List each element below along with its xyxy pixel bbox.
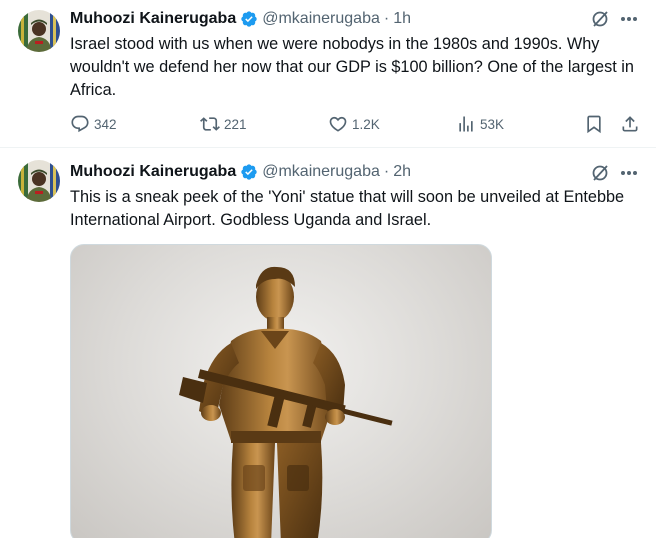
- like-count: 1.2K: [352, 116, 380, 132]
- tweet[interactable]: Muhoozi Kainerugaba @mkainerugaba · 1h I…: [0, 0, 656, 148]
- share-button[interactable]: [620, 113, 640, 135]
- bookmark-icon: [587, 115, 601, 134]
- tweet[interactable]: Muhoozi Kainerugaba @mkainerugaba · 2h T…: [0, 148, 656, 538]
- tweet-header: Muhoozi Kainerugaba @mkainerugaba · 2h: [70, 162, 411, 182]
- tweet-header: Muhoozi Kainerugaba @mkainerugaba · 1h: [70, 9, 411, 29]
- author-name[interactable]: Muhoozi Kainerugaba: [70, 10, 236, 28]
- views-button[interactable]: 53K: [456, 113, 504, 135]
- timestamp[interactable]: 1h: [393, 10, 411, 28]
- upload-share-icon: [622, 116, 638, 132]
- tweet-actions: 342 221 1.2K 53K: [70, 113, 646, 135]
- verified-badge-icon: [240, 10, 258, 28]
- author-name[interactable]: Muhoozi Kainerugaba: [70, 163, 236, 181]
- verified-badge-icon: [240, 163, 258, 181]
- statue-image: [179, 266, 393, 538]
- heart-icon: [329, 116, 347, 132]
- separator-dot: ·: [383, 10, 390, 27]
- author-handle[interactable]: @mkainerugaba: [262, 163, 380, 181]
- repost-button[interactable]: 221: [200, 113, 247, 135]
- more-dots-icon[interactable]: [618, 9, 640, 29]
- avatar-image: [18, 10, 60, 52]
- separator-dot: ·: [383, 163, 390, 180]
- grok-icon[interactable]: [590, 163, 610, 183]
- grok-icon[interactable]: [590, 9, 610, 29]
- author-handle[interactable]: @mkainerugaba: [262, 10, 380, 28]
- avatar[interactable]: [18, 160, 60, 202]
- reply-button[interactable]: 342: [70, 113, 117, 135]
- tweet-text: This is a sneak peek of the 'Yoni' statu…: [70, 188, 625, 229]
- repost-count: 221: [224, 116, 247, 132]
- bookmark-button[interactable]: [584, 113, 604, 135]
- tweet-text: Israel stood with us when we were nobody…: [70, 35, 634, 99]
- tweet-image[interactable]: [70, 244, 492, 538]
- avatar-image: [18, 160, 60, 202]
- views-count: 53K: [480, 116, 505, 132]
- speech-bubble-icon: [71, 115, 89, 133]
- repost-arrows-icon: [200, 117, 220, 131]
- like-button[interactable]: 1.2K: [328, 113, 380, 135]
- reply-count: 342: [94, 116, 117, 132]
- timestamp[interactable]: 2h: [393, 163, 411, 181]
- avatar[interactable]: [18, 10, 60, 52]
- more-dots-icon[interactable]: [618, 163, 640, 183]
- bar-chart-icon: [459, 116, 473, 132]
